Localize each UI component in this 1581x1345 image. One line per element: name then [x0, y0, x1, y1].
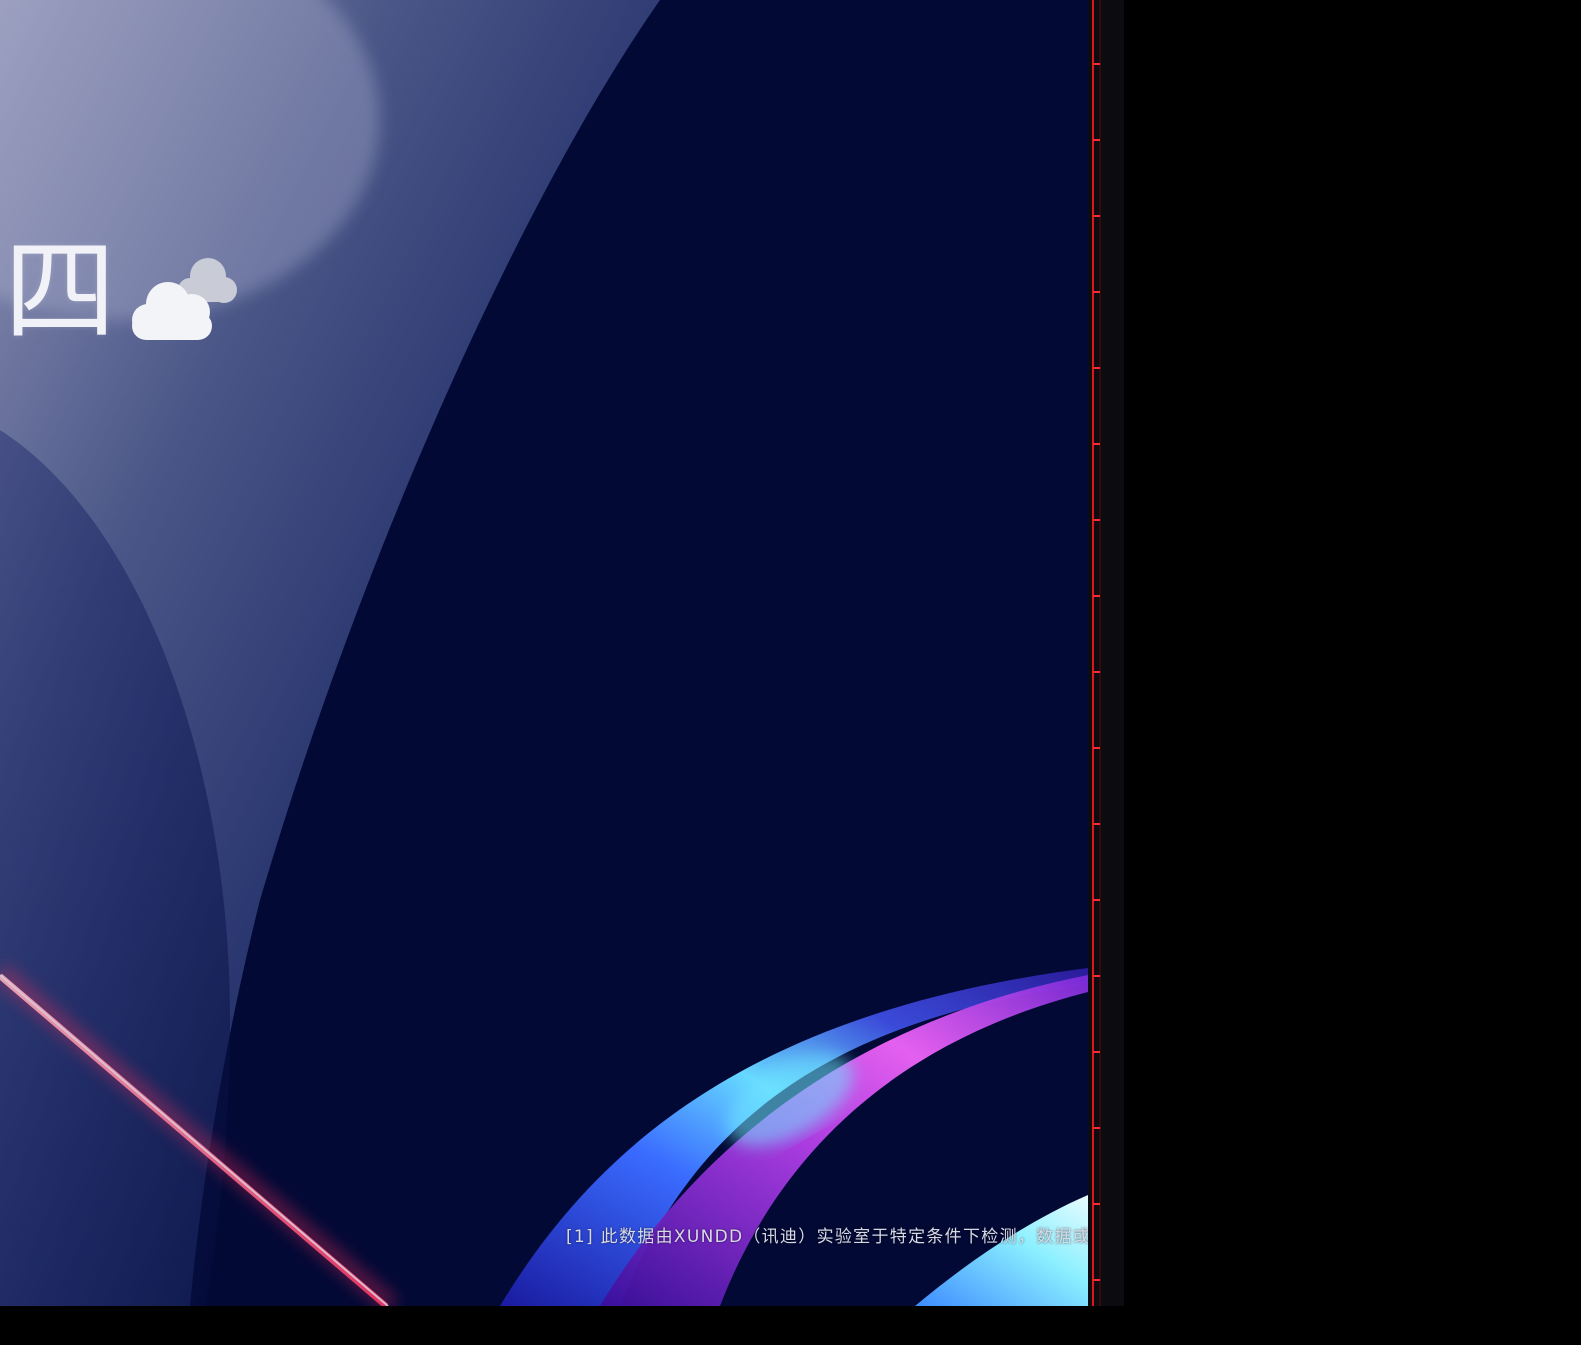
edge-ruler-graphic [1088, 0, 1124, 1306]
red-edge-bar [1088, 0, 1124, 1306]
footnote-text: [1] 此数据由XUNDD（讯迪）实验室于特定条件下检测，数据或实际使用情况出现… [566, 1227, 1088, 1247]
wallpaper-graphic [0, 0, 1088, 1306]
wallpaper-scene: 四 [1] 此数据由XUNDD（讯迪）实验室于特定条件下检测，数据或实际使用情况… [0, 0, 1088, 1306]
cloudy-icon [132, 258, 237, 340]
weekday-label: 四 [4, 227, 118, 357]
